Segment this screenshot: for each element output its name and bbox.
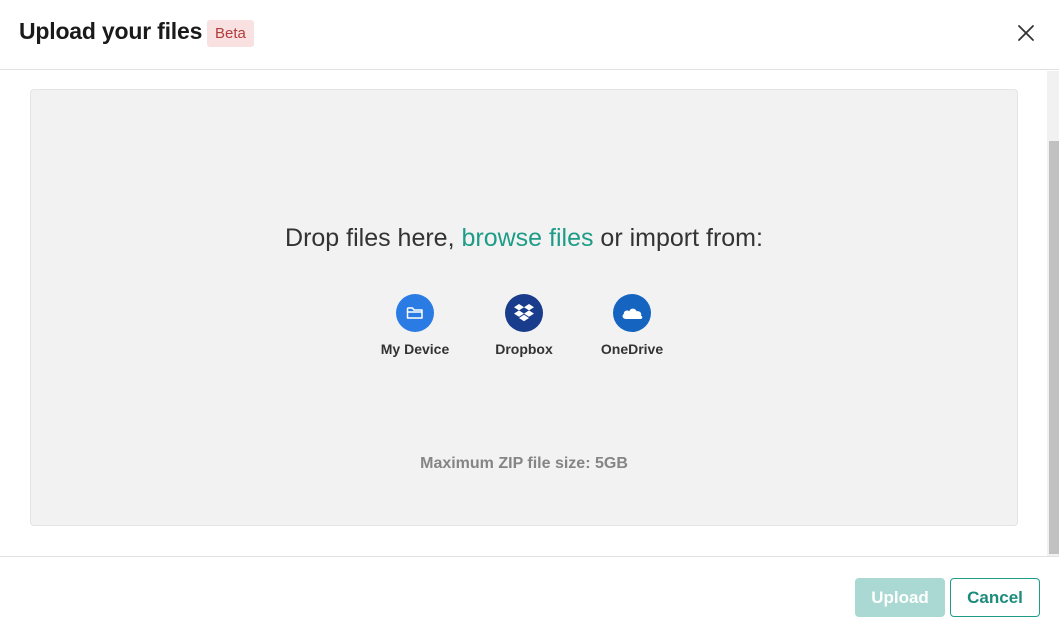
close-button[interactable] [1013,20,1039,46]
folder-icon [396,294,434,332]
source-label: OneDrive [600,341,664,357]
cancel-button[interactable]: Cancel [950,578,1040,617]
drop-text-prefix: Drop files here, [285,224,462,252]
source-onedrive[interactable]: OneDrive [582,294,682,357]
source-my-device[interactable]: My Device [365,294,465,357]
source-dropbox[interactable]: Dropbox [474,294,574,357]
dialog-header: Upload your files Beta [0,0,1059,70]
dialog-footer: Upload Cancel [0,556,1059,635]
dialog-title: Upload your files [19,18,203,44]
upload-dialog: Upload your files Beta Drop files here, … [0,0,1059,635]
source-label: Dropbox [495,341,553,357]
file-dropzone[interactable]: Drop files here, browse files or import … [30,89,1018,526]
scrollbar-thumb[interactable] [1049,141,1059,554]
source-label: My Device [380,341,450,357]
drop-text-suffix: or import from: [593,224,763,252]
dropbox-icon [505,294,543,332]
beta-badge: Beta [207,20,254,47]
max-size-note: Maximum ZIP file size: 5GB [420,455,628,472]
browse-files-link[interactable]: browse files [461,224,593,252]
close-icon [1018,25,1034,41]
onedrive-cloud-icon [613,294,651,332]
upload-button[interactable]: Upload [855,578,945,617]
drop-instructions: Drop files here, browse files or import … [31,224,1017,253]
